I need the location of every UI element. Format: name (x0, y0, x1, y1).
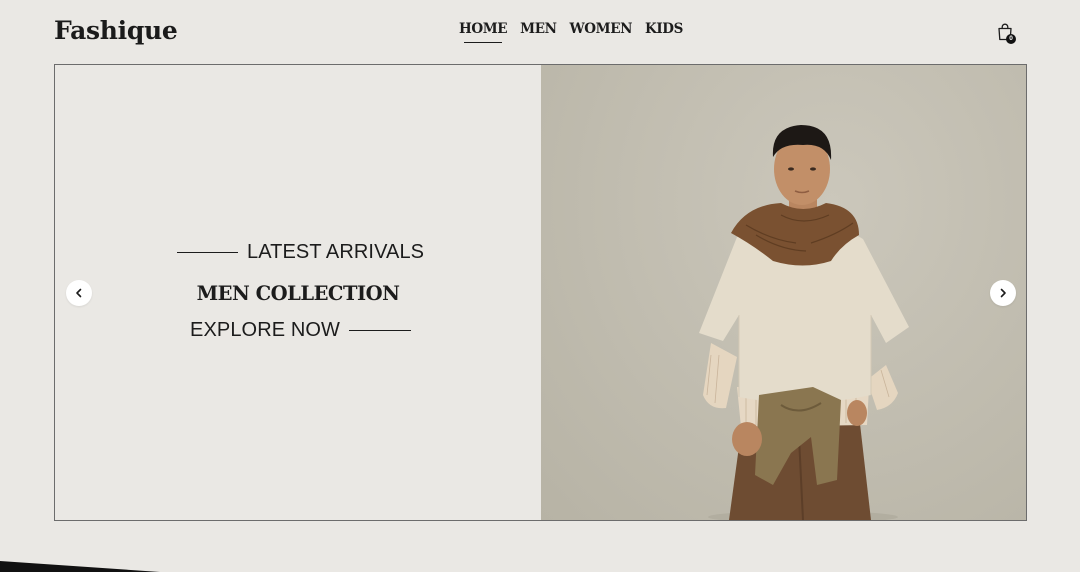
page: Fashique HOME MEN WOMEN KIDS 0 LATEST AR… (0, 0, 1080, 572)
slider-prev-button[interactable] (66, 280, 92, 306)
nav-item-men[interactable]: MEN (520, 21, 557, 37)
hero-headline: MEN COLLECTION (196, 282, 400, 305)
cart-count-badge: 0 (1006, 34, 1016, 44)
hero-eyebrow-text: LATEST ARRIVALS (247, 241, 425, 263)
nav-item-home[interactable]: HOME (459, 21, 508, 43)
hero-text-panel: LATEST ARRIVALS MEN COLLECTION EXPLORE N… (55, 65, 541, 520)
decorative-shape (0, 561, 160, 572)
chevron-left-icon (76, 288, 82, 298)
brand-logo[interactable]: Fashique (54, 16, 178, 45)
cart-button[interactable]: 0 (996, 22, 1018, 46)
hero-slider: LATEST ARRIVALS MEN COLLECTION EXPLORE N… (54, 64, 1027, 521)
divider-line (177, 251, 238, 254)
nav-item-women[interactable]: WOMEN (570, 21, 633, 37)
chevron-right-icon (1000, 288, 1006, 298)
divider-line (349, 329, 412, 332)
model-illustration (699, 125, 909, 520)
nav-item-kids[interactable]: KIDS (645, 21, 683, 37)
hero-eyebrow: LATEST ARRIVALS (177, 241, 424, 264)
explore-now-link[interactable]: EXPLORE NOW (190, 319, 412, 342)
hero-model-photo (541, 65, 1026, 520)
slider-next-button[interactable] (990, 280, 1016, 306)
explore-now-label: EXPLORE NOW (190, 319, 341, 341)
main-nav: HOME MEN WOMEN KIDS (459, 21, 683, 43)
